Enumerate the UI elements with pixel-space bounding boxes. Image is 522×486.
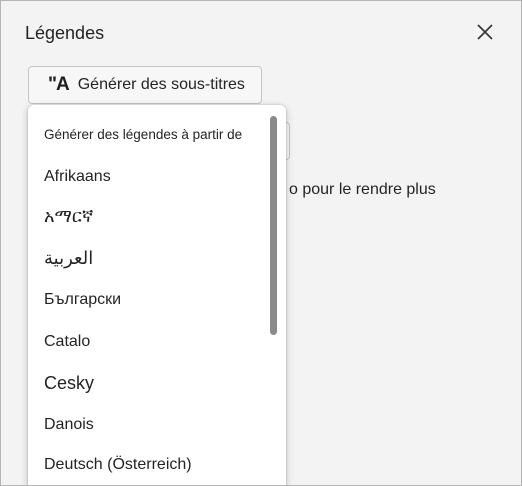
language-option-bulgarian[interactable]: Български	[44, 291, 121, 309]
close-icon[interactable]	[473, 20, 497, 44]
generate-subtitles-label: Générer des sous-titres	[77, 76, 245, 93]
language-option-arabic[interactable]: العربية	[44, 248, 93, 269]
captions-panel: Légendes "A Générer des sous-titres o po…	[0, 0, 522, 486]
language-option-catalan[interactable]: Catalo	[44, 333, 90, 351]
closed-captions-icon: "A	[48, 74, 70, 95]
language-option-czech[interactable]: Cesky	[44, 373, 94, 394]
generate-subtitles-button[interactable]: "A Générer des sous-titres	[28, 66, 262, 104]
language-dropdown: Générer des légendes à partir de Afrikaa…	[28, 105, 286, 485]
language-option-danish[interactable]: Danois	[44, 416, 94, 434]
language-option-german-austria[interactable]: Deutsch (Österreich)	[44, 456, 192, 474]
language-option-amharic[interactable]: አማርኛ	[44, 206, 93, 227]
dropdown-header: Générer des légendes à partir de	[44, 127, 243, 142]
language-option-afrikaans[interactable]: Afrikaans	[44, 168, 111, 186]
description-text-partial: o pour le rendre plus	[289, 181, 436, 198]
panel-title: Légendes	[25, 23, 105, 43]
dropdown-scrollbar[interactable]	[270, 116, 277, 335]
